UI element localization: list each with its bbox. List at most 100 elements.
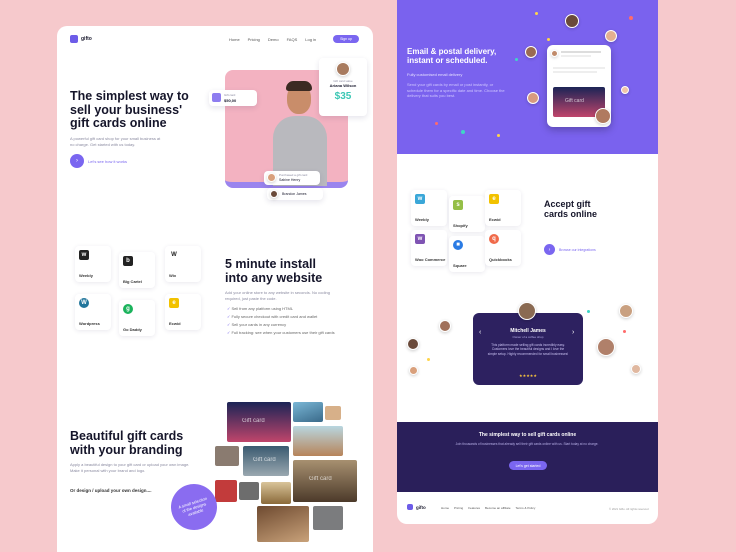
delivery-title-line: instant or scheduled. [407,55,488,65]
giftcard-image: Gift card [243,446,289,476]
branding-subtitle: Apply a beautiful design to your gift ca… [70,462,190,473]
giftcard-label: Gift card [565,98,584,104]
install-bullets: Sell from any platform using HTML Fully … [227,306,347,338]
platform-name: Shopify [453,223,468,228]
quickbooks-icon: q [489,234,499,244]
customer-avatar [525,46,537,58]
customer-avatar [409,366,418,375]
platform-name: Woo Commerce [415,257,446,262]
customer-avatar [565,14,579,28]
branding-cta[interactable]: Or design / upload your own design.... [70,488,152,493]
giftcard-label: Gift card [242,418,265,424]
sender-avatar [551,50,558,57]
testimonial-text: This platform made selling gift cards in… [487,343,569,356]
footer-brand-name: gifto [416,504,426,510]
nav-demo[interactable]: Demo [268,37,279,42]
next-arrow-icon[interactable]: › [572,329,574,336]
header-logo[interactable]: gifto [70,35,92,43]
accept-tile-weebly: w Weebly [411,190,447,226]
customer-avatar [407,338,419,350]
landing-page-left: gifto Home Pricing Demo FAQS Log in Sign… [57,26,373,552]
branding-title-line: Beautiful gift cards [70,429,184,443]
accept-tile-woocommerce: w Woo Commerce [411,230,447,266]
user-avatar [270,190,278,198]
delivery-text: Send your gift cards by email or post in… [407,82,505,99]
profile-avatar [336,62,350,76]
install-title: 5 minute install into any website [225,257,322,285]
wix-icon: W [169,250,179,260]
top-nav: Home Pricing Demo FAQS Log in [229,37,324,42]
decor-dot [587,310,590,313]
cta-band-title: The simplest way to sell gift cards onli… [478,432,577,438]
signup-button[interactable]: Sign up [333,35,359,43]
bullet-item: Sell your cards in any currency [227,322,347,327]
platform-tile-wix: W Wix [165,246,201,282]
prev-arrow-icon[interactable]: ‹ [479,329,481,336]
giftcard-image [293,402,323,422]
ecwid-icon: e [489,194,499,204]
customer-avatar [597,338,615,356]
hero-title-line: sell your business' [70,102,183,117]
giftcard-image [261,482,291,504]
bigcartel-icon: b [123,256,133,266]
footer-copyright: © 2021 Gifto. All rights reserved [609,507,649,511]
delivery-subtitle: Fully customised email delivery [407,72,463,77]
footer-link-pricing[interactable]: Pricing [454,506,463,510]
decor-dot [461,130,465,134]
hero-cta[interactable]: › Let's see how it works [70,154,127,168]
accept-cta[interactable]: › Browse our integrations [544,244,596,255]
square-icon: ■ [453,240,463,250]
get-started-button[interactable]: Let's get started [509,461,547,470]
purchase-notification: Purchased a gift card Sabine Henry [264,171,320,185]
footer-link-features[interactable]: Features [468,506,480,510]
woocommerce-icon: w [415,234,425,244]
user-avatar [267,173,276,182]
nav-login[interactable]: Log in [305,37,316,42]
rating-stars: ★★★★★ [519,373,537,378]
testimonial-card: Mitchell James Owner of a coffee shop Th… [473,313,583,385]
platform-name: Big Cartel [123,279,142,284]
nav-faqs[interactable]: FAQS [287,37,298,42]
arrow-right-icon: › [544,244,555,255]
nav-home[interactable]: Home [229,37,240,42]
decor-dot [515,58,518,61]
customer-avatar [619,304,633,318]
accept-tile-shopify: s Shopify [449,196,485,232]
hero-title-line: gift cards online [70,116,167,130]
nav-pricing[interactable]: Pricing [248,37,260,42]
price-card-value: $50,00 [224,98,237,103]
platform-tile-weebly: w Weebly [75,246,111,282]
install-title-line: 5 minute install [225,257,316,271]
giftcard-image [215,480,237,502]
testimonial-role: Owner of a coffee shop [512,335,544,339]
bullet-item: Full tracking: see when your customers u… [227,330,347,335]
decor-dot [629,16,633,20]
message-line [553,67,605,69]
footer-link-affiliate[interactable]: Become an affiliate [485,506,510,510]
footer-link-terms[interactable]: Terms & Policy [516,506,536,510]
decor-dot [427,358,430,361]
footer-nav: Home Pricing Features Become an affiliat… [441,506,540,510]
gifto-logo-icon [70,35,78,43]
bullet-item: Sell from any platform using HTML [227,306,347,311]
message-line [553,71,597,73]
purchase-user-name: Brandon James [282,192,307,196]
customer-avatar [605,30,617,42]
hero-title-line: The simplest way to [70,89,189,103]
accept-tile-quickbooks: q Quickbooks [485,230,521,266]
arrow-right-icon: › [70,154,84,168]
footer-link-home[interactable]: Home [441,506,449,510]
giftcard-image [325,406,341,420]
platform-name: Ecwid [489,217,501,222]
platform-tile-bigcartel: b Big Cartel [119,252,155,288]
price-card-label: Gift card [224,93,236,97]
delivery-section: Email & postal delivery, instant or sche… [397,0,658,154]
footer-logo[interactable]: gifto [407,504,426,510]
profile-name: Ariana Wilson [329,83,357,88]
giftcard-image [293,426,343,456]
customer-avatar [631,364,641,374]
godaddy-icon: g [123,304,133,314]
giftcard-image [239,482,259,500]
cta-band: The simplest way to sell gift cards onli… [397,422,658,492]
price-card: Gift card $50,00 [209,90,257,106]
